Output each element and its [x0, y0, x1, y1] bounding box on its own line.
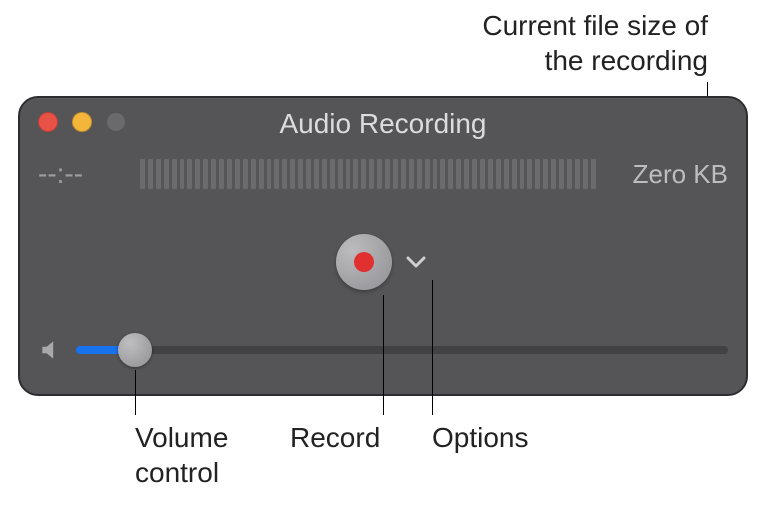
options-button[interactable]	[402, 248, 430, 276]
recording-filesize: Zero KB	[608, 159, 728, 190]
speaker-icon	[38, 337, 64, 363]
callout-filesize: Current file size of the recording	[482, 8, 708, 78]
callout-line	[135, 370, 136, 415]
level-meter	[140, 159, 596, 189]
callout-line	[383, 295, 384, 415]
callout-options: Options	[432, 420, 529, 455]
callout-line	[432, 280, 433, 415]
volume-thumb[interactable]	[118, 333, 152, 367]
status-row: --:-- Zero KB	[38, 156, 728, 192]
window-title: Audio Recording	[20, 108, 746, 140]
record-button[interactable]	[336, 234, 392, 290]
callout-record: Record	[290, 420, 380, 455]
callout-volume: Volume control	[135, 420, 228, 490]
volume-slider[interactable]	[76, 346, 728, 354]
record-icon	[354, 252, 374, 272]
chevron-down-icon	[406, 256, 426, 268]
recording-time: --:--	[38, 158, 128, 190]
record-controls	[20, 234, 746, 290]
